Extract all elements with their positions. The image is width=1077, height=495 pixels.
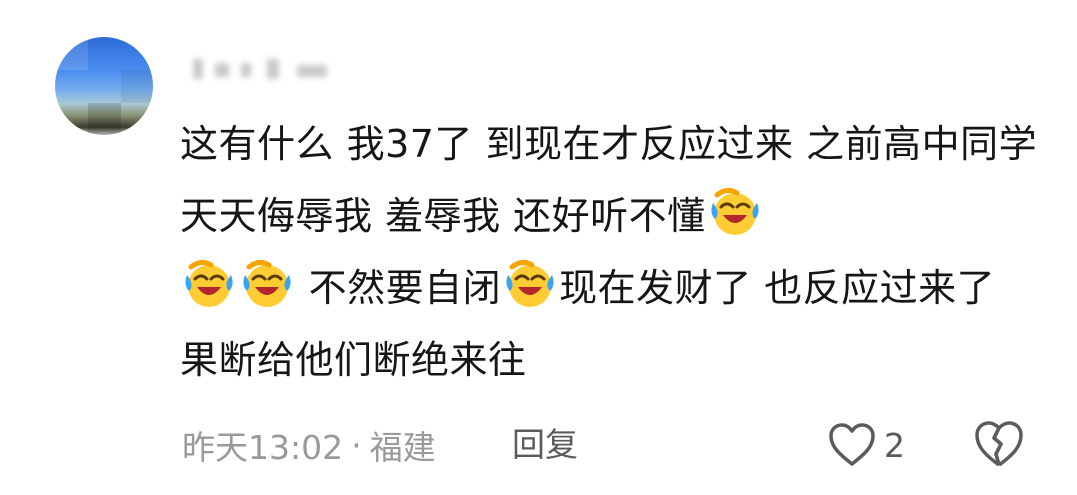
comment-time: 昨天13:02 — [182, 428, 344, 467]
username-blurred[interactable] — [185, 55, 345, 83]
heart-outline-icon — [829, 423, 875, 466]
comment-text-part-1: 这有什么 我37了 到现在才反应过来 之前高中同学天天侮辱我 羞辱我 还好听不懂 — [180, 122, 1038, 238]
reply-button[interactable]: 回复 — [512, 420, 578, 470]
avatar[interactable] — [55, 37, 153, 135]
like-count: 2 — [884, 425, 905, 465]
broken-heart-icon — [975, 421, 1023, 467]
like-button[interactable]: 2 — [828, 418, 905, 472]
comment-text: 这有什么 我37了 到现在才反应过来 之前高中同学天天侮辱我 羞辱我 还好听不懂 — [180, 108, 1040, 396]
laugh-cry-emoji-icon — [185, 259, 233, 307]
laugh-cry-emoji-icon — [711, 187, 759, 235]
comment-location: 福建 — [369, 428, 436, 467]
comment-meta: 昨天13:02 · 福建 — [182, 420, 436, 470]
comment-text-part-2: 不然要自闭 — [296, 266, 502, 310]
comment-item: 这有什么 我37了 到现在才反应过来 之前高中同学天天侮辱我 羞辱我 还好听不懂 — [0, 0, 1077, 495]
laugh-cry-emoji-icon — [243, 259, 291, 307]
dislike-button[interactable] — [972, 418, 1026, 472]
meta-separator: · — [351, 425, 362, 465]
laugh-cry-emoji-icon — [506, 259, 554, 307]
